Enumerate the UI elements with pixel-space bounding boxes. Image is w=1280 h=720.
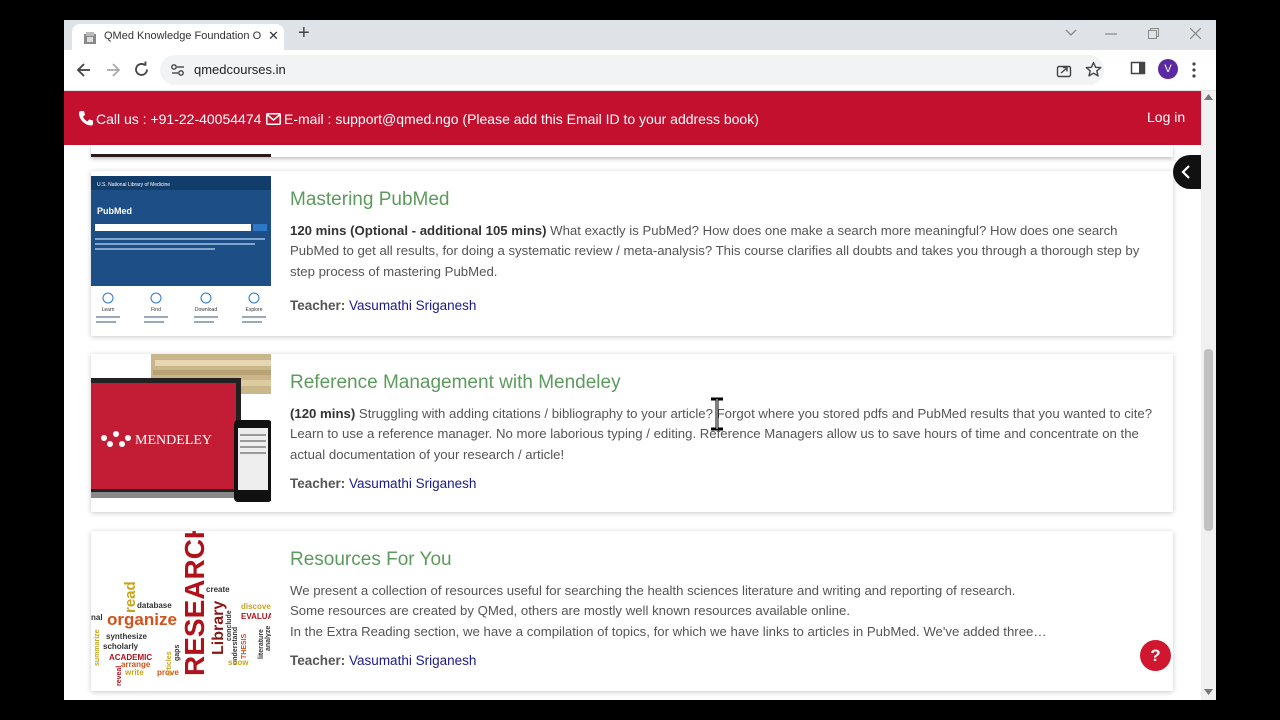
word-gaps: gaps bbox=[174, 645, 181, 661]
feature-download: Download bbox=[195, 307, 217, 313]
word-evaluate: EVALUATE bbox=[241, 612, 271, 621]
login-link[interactable]: Log in bbox=[1147, 109, 1185, 125]
word-research: RESEARCH bbox=[179, 531, 210, 676]
tab-search-chevron-icon[interactable] bbox=[1065, 29, 1077, 37]
site-info-icon[interactable] bbox=[170, 62, 186, 78]
forward-arrow-icon[interactable] bbox=[105, 62, 121, 78]
word-write: write bbox=[124, 668, 144, 677]
word-scholarly: scholarly bbox=[103, 642, 139, 651]
course-description: (120 mins) Struggling with adding citati… bbox=[290, 404, 1160, 465]
profile-avatar[interactable]: V bbox=[1158, 59, 1178, 79]
word-show: show bbox=[228, 658, 249, 667]
course-card[interactable]: MENDELEY Reference Management with Mende… bbox=[91, 354, 1173, 512]
tab-strip: QMed Knowledge Foundation O ✕ + bbox=[64, 20, 1216, 50]
course-teacher: Teacher: Vasumathi Sriganesh bbox=[290, 298, 476, 313]
word-articles: articles bbox=[166, 651, 173, 676]
description-line: Some resources are created by QMed, othe… bbox=[290, 603, 850, 619]
course-teacher: Teacher: Vasumathi Sriganesh bbox=[290, 653, 476, 668]
course-description: We present a collection of resources use… bbox=[290, 581, 1160, 642]
back-arrow-icon[interactable] bbox=[76, 62, 92, 78]
pubmed-screenshot-image: U.S. National Library of Medicine PubMed… bbox=[91, 176, 271, 336]
email-icon bbox=[266, 113, 281, 125]
browser-toolbar: qmedcourses.in V bbox=[64, 50, 1216, 91]
nlm-header-text: U.S. National Library of Medicine bbox=[97, 182, 170, 188]
address-bar[interactable]: qmedcourses.in bbox=[160, 55, 1104, 85]
tab-close-icon[interactable]: ✕ bbox=[268, 28, 279, 44]
course-duration: 120 mins (Optional - additional 105 mins… bbox=[290, 223, 547, 238]
browser-window: QMed Knowledge Foundation O ✕ + qmedcour… bbox=[64, 20, 1216, 700]
description-line: We present a collection of resources use… bbox=[290, 583, 1016, 598]
phone-contact[interactable]: Call us : +91-22-40054474 bbox=[96, 111, 261, 127]
reload-icon[interactable] bbox=[133, 61, 150, 78]
scroll-down-icon[interactable] bbox=[1204, 689, 1213, 695]
word-conclude: conclude bbox=[226, 610, 233, 641]
text-cursor-icon bbox=[711, 397, 723, 431]
drawer-toggle-button[interactable] bbox=[1173, 155, 1201, 189]
description-line: In the Extra Reading section, we have a … bbox=[290, 623, 1047, 639]
mendeley-logo: MENDELEY bbox=[135, 433, 212, 448]
course-thumbnail[interactable]: U.S. National Library of Medicine PubMed… bbox=[91, 176, 271, 336]
course-card[interactable]: U.S. National Library of Medicine PubMed… bbox=[91, 171, 1173, 336]
word-thesis: THESIS bbox=[241, 633, 248, 659]
email-contact[interactable]: E-mail : support@qmed.ngo (Please add th… bbox=[284, 111, 759, 127]
new-tab-button[interactable]: + bbox=[298, 22, 310, 45]
scroll-up-icon[interactable] bbox=[1204, 94, 1213, 100]
minimize-icon[interactable] bbox=[1105, 33, 1117, 35]
scrollbar-thumb[interactable] bbox=[1204, 349, 1213, 531]
course-thumbnail[interactable]: RESEARCH organize read Library database … bbox=[91, 531, 271, 691]
word-library: Library bbox=[210, 601, 227, 655]
word-nal: nal bbox=[91, 613, 103, 622]
word-create: create bbox=[206, 585, 230, 594]
word-summarize: summarize bbox=[94, 629, 101, 666]
course-title[interactable]: Resources For You bbox=[290, 549, 452, 571]
mendeley-laptop-image: MENDELEY bbox=[91, 354, 271, 504]
word-database: database bbox=[137, 601, 172, 610]
word-organize: organize bbox=[107, 610, 177, 629]
site-top-bar: Call us : +91-22-40054474 E-mail : suppo… bbox=[64, 91, 1201, 145]
course-thumbnail[interactable]: MENDELEY bbox=[91, 354, 271, 504]
word-analyze: analyze bbox=[265, 626, 271, 651]
page-scrollbar[interactable] bbox=[1201, 91, 1216, 700]
teacher-name-link[interactable]: Vasumathi Sriganesh bbox=[349, 298, 476, 313]
teacher-label: Teacher: bbox=[290, 476, 346, 491]
teacher-label: Teacher: bbox=[290, 298, 346, 313]
chevron-left-icon bbox=[1181, 165, 1190, 179]
word-reveal: reveal bbox=[116, 666, 123, 686]
course-duration: (120 mins) bbox=[290, 406, 356, 421]
previous-course-card bbox=[91, 145, 1173, 157]
url-text: qmedcourses.in bbox=[194, 62, 286, 77]
teacher-name-link[interactable]: Vasumathi Sriganesh bbox=[349, 653, 476, 668]
share-icon[interactable] bbox=[1056, 62, 1072, 78]
course-title[interactable]: Mastering PubMed bbox=[290, 189, 449, 211]
course-title[interactable]: Reference Management with Mendeley bbox=[290, 372, 621, 394]
phone-icon bbox=[79, 111, 93, 126]
research-word-cloud-image: RESEARCH organize read Library database … bbox=[91, 531, 271, 691]
menu-kebab-icon[interactable] bbox=[1192, 62, 1196, 78]
page-viewport: Call us : +91-22-40054474 E-mail : suppo… bbox=[64, 91, 1201, 700]
site-favicon-icon bbox=[84, 32, 96, 44]
feature-learn: Learn bbox=[102, 307, 115, 313]
previous-card-image-edge bbox=[91, 154, 271, 157]
feature-find: Find bbox=[151, 307, 161, 313]
word-discover: discover bbox=[241, 602, 271, 611]
course-description: 120 mins (Optional - additional 105 mins… bbox=[290, 221, 1160, 282]
course-card[interactable]: RESEARCH organize read Library database … bbox=[91, 531, 1173, 691]
browser-tab[interactable]: QMed Knowledge Foundation O ✕ bbox=[72, 24, 284, 50]
help-button[interactable]: ? bbox=[1140, 640, 1171, 671]
bookmark-star-icon[interactable] bbox=[1085, 61, 1102, 78]
window-close-icon[interactable] bbox=[1190, 28, 1201, 39]
feature-explore: Explore bbox=[246, 307, 263, 313]
restore-icon[interactable] bbox=[1148, 28, 1159, 39]
side-panel-icon[interactable] bbox=[1130, 60, 1146, 76]
word-synthesize: synthesize bbox=[106, 632, 147, 641]
pubmed-logo: PubMed bbox=[97, 206, 132, 216]
tab-title: QMed Knowledge Foundation O bbox=[104, 30, 262, 42]
teacher-name-link[interactable]: Vasumathi Sriganesh bbox=[349, 476, 476, 491]
course-teacher: Teacher: Vasumathi Sriganesh bbox=[290, 476, 476, 491]
word-literature: literature bbox=[258, 629, 265, 659]
teacher-label: Teacher: bbox=[290, 653, 346, 668]
